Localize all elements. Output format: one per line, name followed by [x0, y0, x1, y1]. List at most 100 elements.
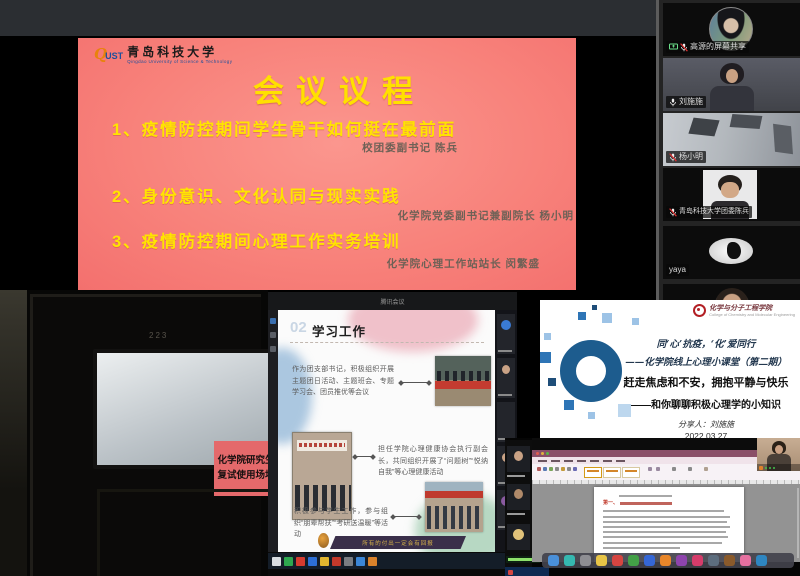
camera-controls[interactable] [757, 464, 800, 471]
deco-square [602, 313, 612, 323]
deco-square [540, 352, 551, 363]
deco-square [588, 412, 595, 419]
style-gallery-chip[interactable] [584, 467, 602, 478]
lecture-title: 赶走焦虑和不安，拥抱平静与快乐 [616, 374, 796, 390]
dock-app-icon[interactable] [692, 555, 703, 566]
deco-square [548, 378, 556, 386]
doc-menubar[interactable] [532, 457, 763, 464]
dock-app-icon[interactable] [644, 555, 655, 566]
mic-muted-icon [669, 208, 677, 217]
toolbar-button[interactable] [648, 467, 652, 471]
mic-icon [669, 98, 677, 107]
dock-app-icon[interactable] [660, 555, 671, 566]
group-photo [425, 482, 483, 532]
taskbar-app-icon[interactable] [284, 557, 293, 566]
style-gallery-chip[interactable] [603, 467, 621, 478]
sidebar-icon[interactable] [270, 318, 276, 324]
section-number: 02 [290, 319, 307, 336]
door-sign: 化学院研究生 复试使用场地 [214, 441, 268, 496]
psych-slide-tile[interactable]: 化学与分子工程学院 College of Chemistry and Molec… [540, 300, 800, 455]
dock-app-icon[interactable] [724, 555, 735, 566]
doc-titlebar [532, 450, 757, 457]
presenter: 分享人：刘施施 [616, 419, 796, 430]
wall [0, 290, 27, 576]
toolbar-button[interactable] [567, 467, 571, 471]
slide-title: 会议议程 [78, 66, 576, 111]
document-page: 第一、 [594, 487, 744, 562]
record-icon[interactable] [759, 466, 763, 470]
doc-share-tile[interactable]: 第一、 [505, 438, 800, 576]
toolbar-button[interactable] [561, 467, 565, 471]
agenda-item-2: 2、身份意识、文化认同与现实实践 [112, 183, 401, 207]
participant-name: 杨小明 [679, 152, 703, 162]
slogan-line: 同‘心’抗疫，‘化’爱同行 [616, 336, 796, 350]
toolbar-button[interactable] [656, 467, 660, 471]
participant-strip: 高源的屏幕共享 刘施施 杨小明 青岛科技大学团委陈兵 [656, 0, 800, 302]
participant-tile-yangxiaoming[interactable]: 杨小明 [663, 113, 800, 166]
doc-canvas[interactable]: 第一、 [532, 484, 800, 562]
status-dot [773, 467, 775, 469]
meeting-window-titlebar: 腾讯会议 [268, 292, 517, 310]
windows-taskbar[interactable] [268, 553, 517, 569]
work-share-tile[interactable]: 腾讯会议 02 学习工作 作为团支部书记，积极组织开展主题团日活动、主题班会、专… [268, 292, 517, 576]
toolbar-button[interactable] [704, 467, 708, 471]
taskbar-app-icon[interactable] [308, 557, 317, 566]
toolbar-button[interactable] [549, 467, 553, 471]
taskbar-app-icon[interactable] [296, 557, 305, 566]
dock-app-icon[interactable] [676, 555, 687, 566]
mini-participant[interactable] [497, 314, 515, 354]
work-text-2: 担任学院心理健康协会执行副会长，共同组织开展了“问题树”“悦纳自我”等心理健康活… [378, 444, 488, 479]
door-window: 化学院研究生 复试使用场地 [93, 349, 268, 469]
work-text-1: 作为团支部书记，积极组织开展主题团日活动、主题班会、专题学习会、团员推优等会议 [292, 364, 394, 399]
taskbar-app-icon[interactable] [320, 557, 329, 566]
status-dot [769, 467, 771, 469]
agenda-speaker-2: 化学院党委副书记兼副院长 杨小明 [398, 208, 574, 223]
taskbar-app-icon[interactable] [332, 557, 341, 566]
dock-app-icon[interactable] [564, 555, 575, 566]
participant-tile-gaoyuan[interactable]: 高源的屏幕共享 [663, 3, 800, 56]
dock-app-icon[interactable] [596, 555, 607, 566]
participant-tile-chenbing[interactable]: 青岛科技大学团委陈兵 [663, 168, 800, 221]
maximize-icon[interactable] [546, 452, 549, 455]
mini-participant[interactable] [507, 446, 530, 472]
toolbar-button[interactable] [672, 467, 676, 471]
dock-app-icon[interactable] [708, 555, 719, 566]
door-sign-line1: 化学院研究生 [217, 454, 268, 468]
participant-name-chip: yaya [666, 264, 689, 276]
agenda-item-1: 1、疫情防控期间学生骨干如何挺在最前面 [112, 116, 456, 140]
sidebar-icon[interactable] [270, 332, 276, 338]
style-gallery-chip[interactable] [622, 467, 640, 478]
taskbar-app-icon[interactable] [356, 557, 365, 566]
toolbar-button[interactable] [573, 467, 577, 471]
toolbar-button[interactable] [555, 467, 559, 471]
start-button[interactable] [272, 557, 281, 566]
room-number: 223 [149, 331, 168, 340]
sidebar-icon[interactable] [270, 346, 276, 352]
toolbar-button[interactable] [688, 467, 692, 471]
dock-app-icon[interactable] [740, 555, 751, 566]
divider [290, 342, 484, 343]
dock-app-icon[interactable] [756, 555, 767, 566]
toolbar-button[interactable] [543, 467, 547, 471]
toolbar-button[interactable] [537, 467, 541, 471]
meeting-left-toolbar[interactable] [268, 310, 278, 552]
mini-participant[interactable] [497, 402, 515, 442]
mini-participant[interactable] [497, 358, 515, 398]
mini-participant[interactable] [507, 524, 530, 550]
dock-app-icon[interactable] [628, 555, 639, 566]
door-photo-tile[interactable]: 223 化学院研究生 复试使用场地 [0, 290, 268, 576]
dock-app-icon[interactable] [548, 555, 559, 566]
work-text-3: 积极参与学生工作，参与组织“朋辈帮扶”“考研送温暖”等活动 [294, 506, 388, 541]
mac-dock[interactable] [542, 553, 794, 568]
taskbar-app-icon[interactable] [368, 557, 377, 566]
qust-logo-mark: QUST [94, 46, 123, 64]
taskbar-app-icon[interactable] [344, 557, 353, 566]
close-icon[interactable] [536, 452, 539, 455]
minimize-icon[interactable] [541, 452, 544, 455]
doc-scrollbar[interactable] [797, 488, 799, 558]
dock-app-icon[interactable] [612, 555, 623, 566]
dock-app-icon[interactable] [580, 555, 591, 566]
participant-tile-yaya[interactable]: yaya [663, 226, 800, 279]
participant-tile-liushishi[interactable]: 刘施施 [663, 58, 800, 111]
mini-participant[interactable] [507, 484, 530, 510]
